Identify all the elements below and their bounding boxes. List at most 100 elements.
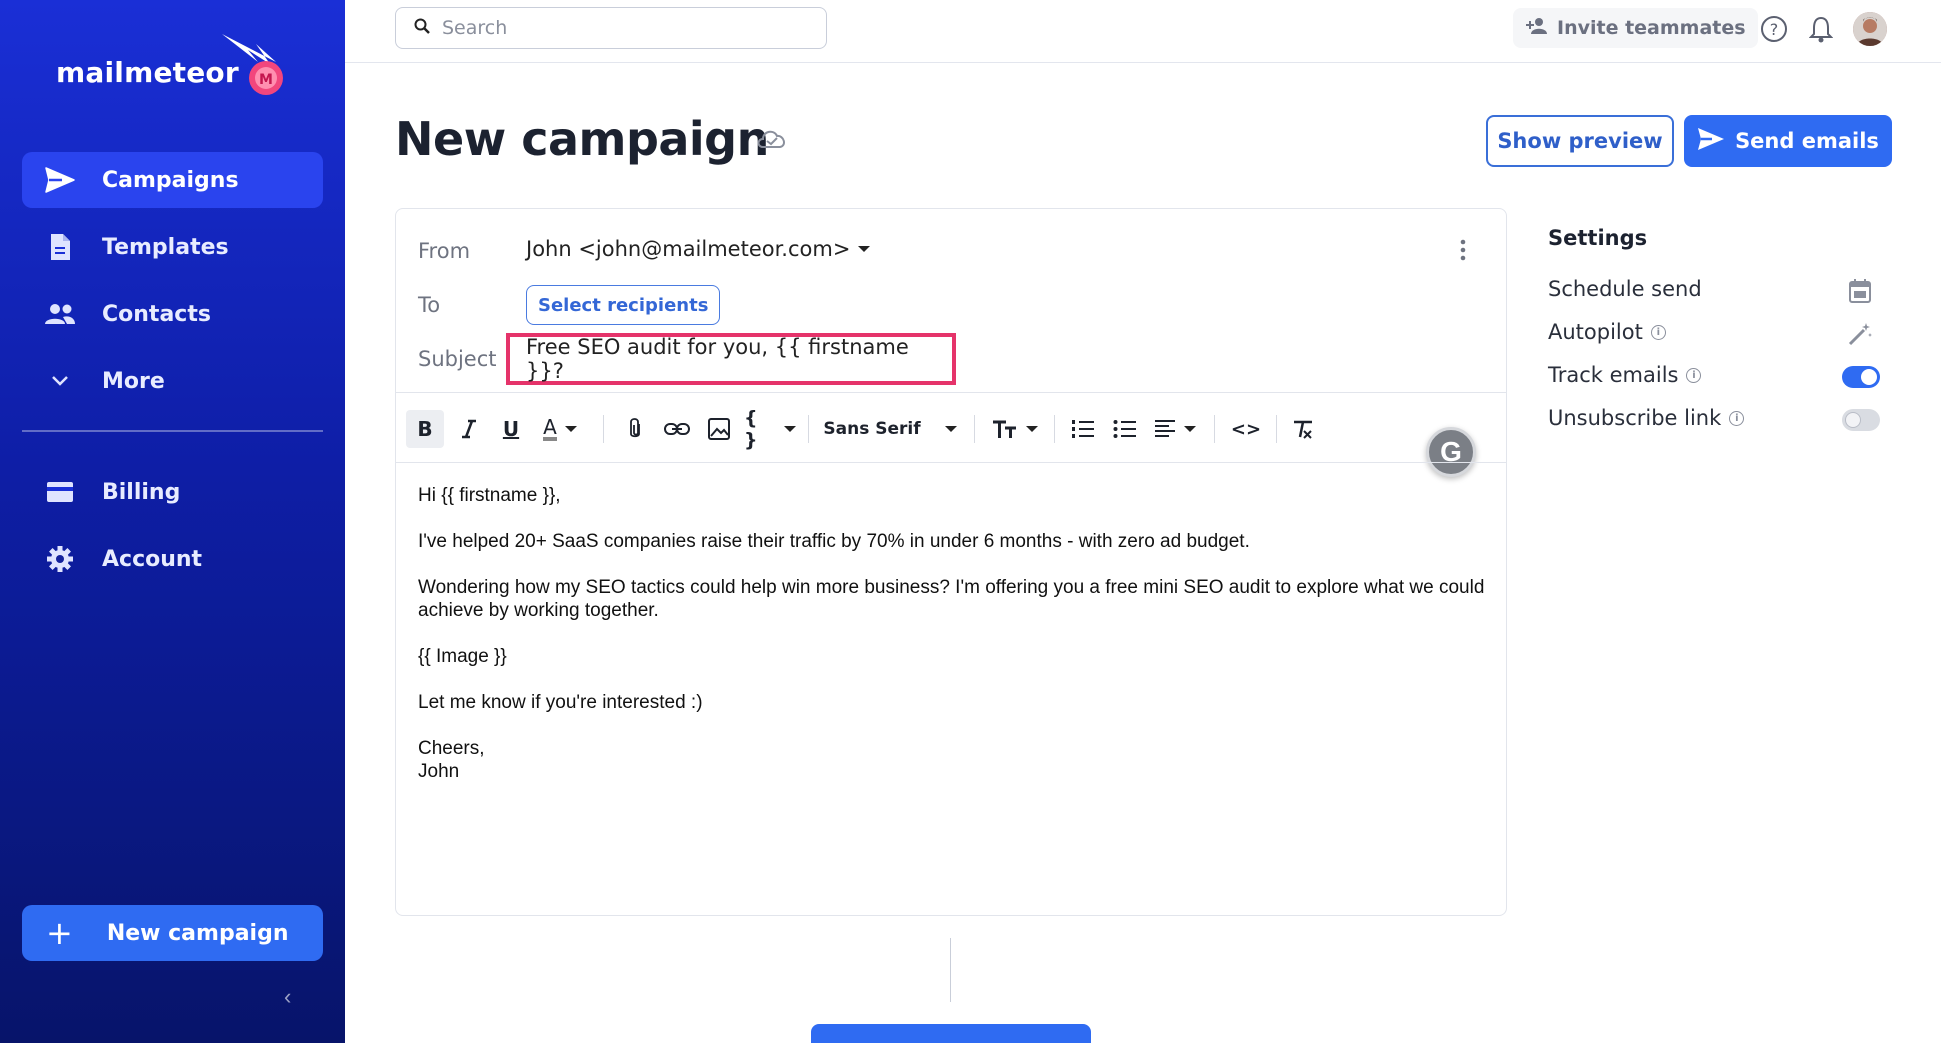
app-logo-text: mailmeteor xyxy=(56,56,239,89)
sidebar-item-account[interactable]: Account xyxy=(22,531,323,587)
caret-down-icon xyxy=(944,426,957,432)
sidebar-item-label: Campaigns xyxy=(102,167,239,193)
sidebar-item-label: Billing xyxy=(102,479,181,505)
text-color-glyph: A xyxy=(543,415,557,441)
sidebar-item-billing[interactable]: Billing xyxy=(22,464,323,520)
people-icon xyxy=(42,296,78,332)
add-person-icon xyxy=(1525,17,1549,40)
font-size-button[interactable] xyxy=(988,410,1042,448)
numbered-list-icon[interactable] xyxy=(1066,410,1100,448)
body-paragraph: Wondering how my SEO tactics could help … xyxy=(418,577,1485,621)
subject-value: Free SEO audit for you, {{ firstname }}? xyxy=(526,335,909,383)
divider xyxy=(396,462,1506,463)
sidebar-item-label: Templates xyxy=(102,234,229,260)
add-follow-up-button[interactable] xyxy=(811,1024,1091,1043)
page-title: New campaign xyxy=(395,112,769,166)
calendar-icon[interactable] xyxy=(1840,279,1880,303)
select-recipients-button[interactable]: Select recipients xyxy=(526,285,721,325)
caret-down-icon xyxy=(1026,426,1038,432)
sidebar-item-campaigns[interactable]: Campaigns xyxy=(22,152,323,208)
email-body-editor[interactable]: Hi {{ firstname }}, I've helped 20+ SaaS… xyxy=(418,484,1488,783)
paperclip-icon[interactable] xyxy=(618,410,652,448)
info-icon[interactable]: i xyxy=(1650,324,1666,340)
sidebar-item-more[interactable]: More xyxy=(22,353,323,409)
setting-label: Track emails xyxy=(1548,363,1679,387)
sidebar: mailmeteor M Campaigns Templates Contact… xyxy=(0,0,345,1043)
body-paragraph: Hi {{ firstname }}, xyxy=(418,485,561,506)
underline-button[interactable]: U xyxy=(494,410,528,448)
from-select[interactable]: John <john@mailmeteor.com> xyxy=(526,237,871,261)
chevron-left-icon[interactable]: ‹ xyxy=(284,984,291,1010)
magic-wand-icon[interactable] xyxy=(1840,322,1880,346)
body-paragraph: I've helped 20+ SaaS companies raise the… xyxy=(418,531,1250,552)
gear-icon xyxy=(42,541,78,577)
sidebar-item-contacts[interactable]: Contacts xyxy=(22,286,323,342)
italic-button[interactable] xyxy=(452,410,486,448)
track-emails-toggle[interactable] xyxy=(1842,366,1880,388)
from-label: From xyxy=(418,239,471,263)
body-paragraph: Let me know if you're interested :) xyxy=(418,692,703,713)
clear-formatting-icon[interactable] xyxy=(1286,410,1320,448)
top-bar: Invite teammates ? xyxy=(345,0,1941,63)
info-icon[interactable]: i xyxy=(1729,410,1745,426)
formatting-toolbar: B U A { } Sans Serif <> xyxy=(396,393,1506,463)
subject-label: Subject xyxy=(418,347,497,371)
bullet-list-icon[interactable] xyxy=(1108,410,1142,448)
sidebar-item-templates[interactable]: Templates xyxy=(22,219,323,275)
avatar[interactable] xyxy=(1853,12,1887,46)
sidebar-divider xyxy=(22,430,323,432)
caret-down-icon xyxy=(1184,426,1196,432)
body-signature: John xyxy=(418,761,460,782)
braces-glyph: { } xyxy=(744,407,758,451)
search-input[interactable] xyxy=(442,17,802,39)
plus-icon: + xyxy=(46,914,73,952)
paper-plane-icon xyxy=(42,162,78,198)
bold-button[interactable]: B xyxy=(406,410,444,448)
email-composer: From John <john@mailmeteor.com> To Selec… xyxy=(395,208,1507,916)
toolbar-separator xyxy=(603,415,604,443)
new-campaign-label: New campaign xyxy=(106,920,289,946)
search-icon xyxy=(414,18,430,39)
sequence-connector-line xyxy=(950,938,951,1002)
setting-label: Unsubscribe link xyxy=(1548,406,1722,430)
setting-track-emails: Track emails i xyxy=(1548,363,1702,387)
image-icon[interactable] xyxy=(702,410,736,448)
toolbar-separator xyxy=(974,415,975,443)
svg-text:?: ? xyxy=(1770,20,1779,39)
toolbar-separator xyxy=(808,415,809,443)
meteor-logo-icon: M xyxy=(222,34,283,95)
setting-label: Schedule send xyxy=(1548,277,1702,301)
setting-label: Autopilot xyxy=(1548,320,1643,344)
subject-field[interactable]: Free SEO audit for you, {{ firstname }}? xyxy=(506,333,956,385)
send-emails-button[interactable]: Send emails xyxy=(1684,115,1892,167)
caret-down-icon xyxy=(784,426,796,432)
font-family-select[interactable]: Sans Serif xyxy=(820,410,960,448)
to-label: To xyxy=(418,293,441,317)
bell-icon[interactable] xyxy=(1806,14,1836,44)
code-view-button[interactable]: <> xyxy=(1226,410,1266,448)
new-campaign-button[interactable]: + New campaign xyxy=(22,905,323,961)
info-icon[interactable]: i xyxy=(1686,367,1702,383)
search-bar[interactable] xyxy=(395,7,827,49)
setting-autopilot: Autopilot i xyxy=(1548,320,1666,344)
text-color-button[interactable]: A xyxy=(534,410,586,448)
sidebar-item-label: More xyxy=(102,368,165,394)
toggle-knob xyxy=(1845,412,1861,428)
grammarly-icon[interactable]: G xyxy=(1426,427,1476,477)
svg-text:M: M xyxy=(259,72,273,88)
more-options-icon[interactable] xyxy=(1460,239,1466,266)
toolbar-separator xyxy=(1214,415,1215,443)
toolbar-separator xyxy=(1054,415,1055,443)
unsubscribe-link-toggle[interactable] xyxy=(1842,409,1880,431)
font-family-value: Sans Serif xyxy=(823,419,921,439)
sidebar-item-label: Contacts xyxy=(102,301,211,327)
help-icon[interactable]: ? xyxy=(1759,14,1789,44)
variables-button[interactable]: { } xyxy=(744,407,796,451)
invite-teammates-button[interactable]: Invite teammates xyxy=(1513,8,1758,48)
settings-title: Settings xyxy=(1548,226,1648,250)
body-paragraph: {{ Image }} xyxy=(418,646,507,667)
document-icon xyxy=(42,229,78,265)
align-button[interactable] xyxy=(1148,410,1202,448)
link-icon[interactable] xyxy=(660,410,694,448)
show-preview-button[interactable]: Show preview xyxy=(1486,115,1674,167)
